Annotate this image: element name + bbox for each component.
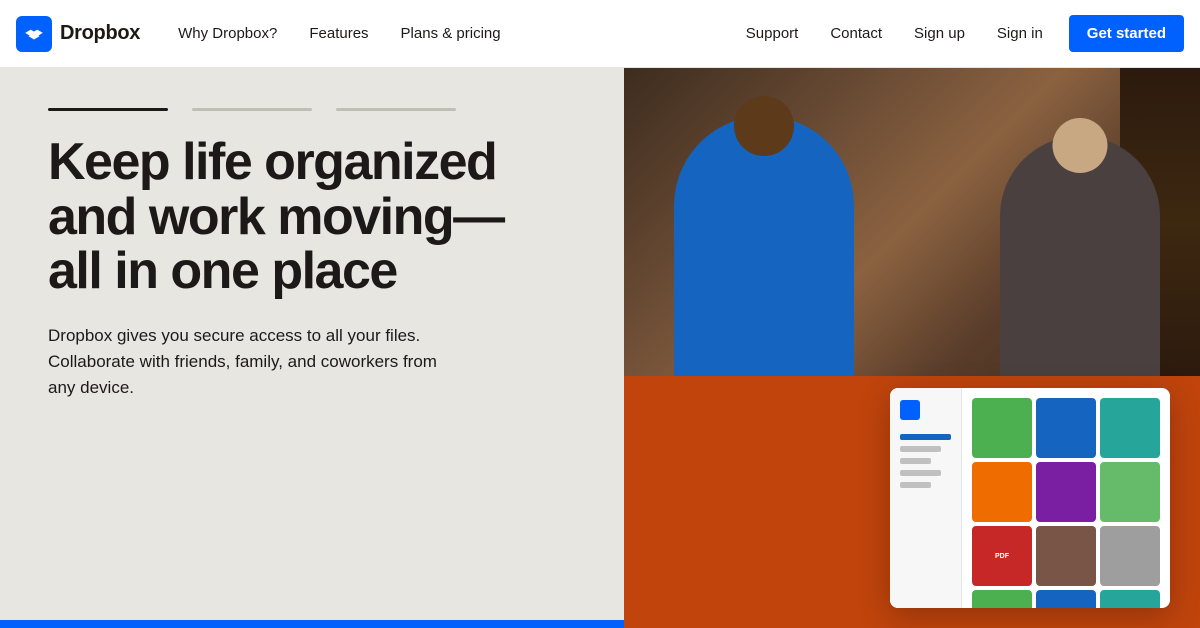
nav-why-dropbox[interactable]: Why Dropbox?	[164, 17, 291, 50]
file-item-5	[1036, 462, 1096, 522]
nav-features[interactable]: Features	[295, 17, 382, 50]
brand-name: Dropbox	[60, 22, 140, 45]
hero-title: Keep life organized and work moving— all…	[48, 135, 548, 299]
get-started-button[interactable]: Get started	[1069, 15, 1184, 52]
fb-sidebar-item-2	[900, 446, 941, 452]
hero-cta-bar	[0, 620, 624, 628]
nav-left: Why Dropbox? Features Plans & pricing	[164, 17, 732, 50]
nav-sign-up[interactable]: Sign up	[900, 17, 979, 50]
file-item-11	[1036, 590, 1096, 608]
hero-orange-bg: PDF	[624, 376, 1200, 628]
file-item-3	[1100, 398, 1160, 458]
person1-head	[734, 96, 794, 156]
person2-body	[1000, 136, 1160, 376]
fb-sidebar-item-3	[900, 458, 931, 464]
nav-sign-in[interactable]: Sign in	[983, 17, 1057, 50]
file-item-6	[1100, 462, 1160, 522]
navbar: Dropbox Why Dropbox? Features Plans & pr…	[0, 0, 1200, 68]
file-item-4	[972, 462, 1032, 522]
person1-body	[674, 116, 854, 376]
hero-right: PDF	[624, 68, 1200, 628]
logo-link[interactable]: Dropbox	[16, 16, 140, 52]
hero-subtitle: Dropbox gives you secure access to all y…	[48, 323, 468, 402]
hero-tab-2[interactable]	[192, 108, 312, 111]
file-item-12	[1100, 590, 1160, 608]
nav-plans-pricing[interactable]: Plans & pricing	[387, 17, 515, 50]
hero-left: Keep life organized and work moving— all…	[0, 68, 624, 628]
nav-support[interactable]: Support	[732, 17, 813, 50]
hero-tabs	[48, 108, 576, 111]
file-item-10	[972, 590, 1032, 608]
file-item-9	[1100, 526, 1160, 586]
hero-tab-1[interactable]	[48, 108, 168, 111]
file-item-1	[972, 398, 1032, 458]
hero-tab-3[interactable]	[336, 108, 456, 111]
file-browser-mockup: PDF	[890, 388, 1170, 608]
fb-sidebar-item-4	[900, 470, 941, 476]
fb-sidebar-item-1	[900, 434, 951, 440]
person2-head	[1053, 118, 1108, 173]
fb-sidebar-item-5	[900, 482, 931, 488]
hero-photo	[624, 68, 1200, 376]
file-item-8	[1036, 526, 1096, 586]
nav-contact[interactable]: Contact	[816, 17, 896, 50]
file-item-7: PDF	[972, 526, 1032, 586]
fb-dropbox-logo	[900, 400, 920, 420]
nav-right: Support Contact Sign up Sign in Get star…	[732, 15, 1184, 52]
photo-background	[624, 68, 1200, 376]
dropbox-icon	[16, 16, 52, 52]
photo-people	[624, 68, 1200, 376]
file-item-2	[1036, 398, 1096, 458]
hero-section: Keep life organized and work moving— all…	[0, 68, 1200, 628]
file-browser-main: PDF	[962, 388, 1170, 608]
file-browser-sidebar	[890, 388, 962, 608]
